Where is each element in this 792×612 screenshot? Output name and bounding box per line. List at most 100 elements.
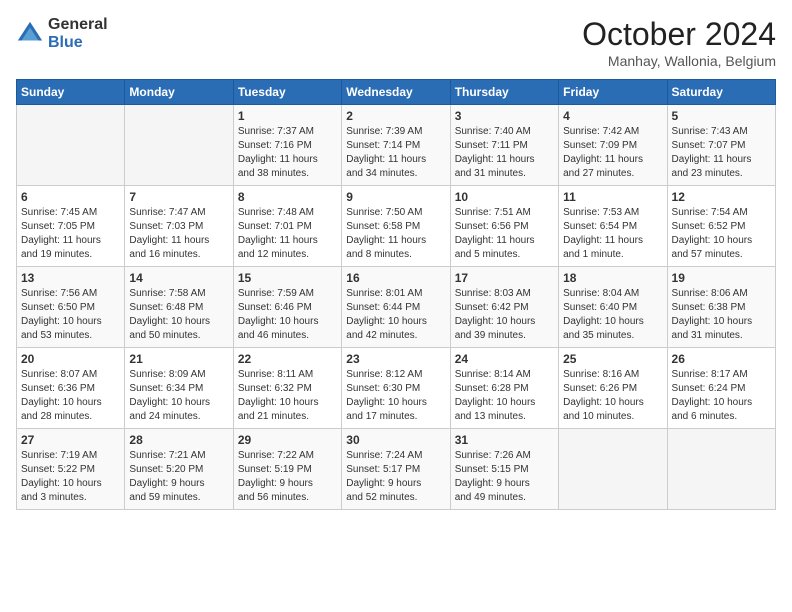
calendar-cell: 3 Sunrise: 7:40 AM Sunset: 7:11 PM Daylig… xyxy=(450,105,558,186)
calendar-cell: 13 Sunrise: 7:56 AM Sunset: 6:50 PM Dayli… xyxy=(17,267,125,348)
day-info: Sunrise: 7:45 AM Sunset: 7:05 PM Dayligh… xyxy=(21,206,120,262)
day-info: Sunrise: 8:04 AM Sunset: 6:40 PM Dayligh… xyxy=(563,287,662,343)
day-number: 19 xyxy=(672,271,771,285)
page-header: General Blue October 2024 Manhay, Wallon… xyxy=(16,16,776,69)
calendar-cell: 26Sunrise: 8:17 AM Sunset: 6:24 PM Dayli… xyxy=(667,348,775,429)
day-info: Sunrise: 7:40 AM Sunset: 7:11 PM Dayligh… xyxy=(455,125,554,181)
day-number: 5 xyxy=(672,109,771,123)
calendar-cell: 20Sunrise: 8:07 AM Sunset: 6:36 PM Dayli… xyxy=(17,348,125,429)
day-header-thursday: Thursday xyxy=(450,80,558,105)
calendar-cell: 12 Sunrise: 7:54 AM Sunset: 6:52 PM Dayli… xyxy=(667,186,775,267)
day-number: 6 xyxy=(21,190,120,204)
day-number: 1 xyxy=(238,109,337,123)
calendar-cell xyxy=(559,429,667,510)
day-info: Sunrise: 7:51 AM Sunset: 6:56 PM Dayligh… xyxy=(455,206,554,262)
calendar-cell: 23 Sunrise: 8:12 AM Sunset: 6:30 PM Dayli… xyxy=(342,348,450,429)
calendar-cell: 17Sunrise: 8:03 AM Sunset: 6:42 PM Dayli… xyxy=(450,267,558,348)
day-info: Sunrise: 8:06 AM Sunset: 6:38 PM Dayligh… xyxy=(672,287,771,343)
title-block: October 2024 Manhay, Wallonia, Belgium xyxy=(582,16,776,69)
calendar-cell: 21 Sunrise: 8:09 AM Sunset: 6:34 PM Dayli… xyxy=(125,348,233,429)
day-header-friday: Friday xyxy=(559,80,667,105)
day-number: 18 xyxy=(563,271,662,285)
day-number: 22 xyxy=(238,352,337,366)
calendar-cell: 8 Sunrise: 7:48 AM Sunset: 7:01 PM Daylig… xyxy=(233,186,341,267)
logo-blue-text: Blue xyxy=(48,34,108,52)
day-info: Sunrise: 8:16 AM Sunset: 6:26 PM Dayligh… xyxy=(563,368,662,424)
day-info: Sunrise: 7:42 AM Sunset: 7:09 PM Dayligh… xyxy=(563,125,662,181)
day-info: Sunrise: 8:09 AM Sunset: 6:34 PM Dayligh… xyxy=(129,368,228,424)
day-info: Sunrise: 7:26 AM Sunset: 5:15 PM Dayligh… xyxy=(455,449,554,505)
calendar-cell xyxy=(125,105,233,186)
day-number: 8 xyxy=(238,190,337,204)
day-info: Sunrise: 8:12 AM Sunset: 6:30 PM Dayligh… xyxy=(346,368,445,424)
calendar-cell: 2 Sunrise: 7:39 AM Sunset: 7:14 PM Daylig… xyxy=(342,105,450,186)
week-row-1: 1 Sunrise: 7:37 AM Sunset: 7:16 PM Daylig… xyxy=(17,105,776,186)
day-number: 31 xyxy=(455,433,554,447)
day-info: Sunrise: 7:19 AM Sunset: 5:22 PM Dayligh… xyxy=(21,449,120,505)
day-number: 3 xyxy=(455,109,554,123)
location-text: Manhay, Wallonia, Belgium xyxy=(582,53,776,69)
day-number: 13 xyxy=(21,271,120,285)
calendar-cell: 22 Sunrise: 8:11 AM Sunset: 6:32 PM Dayli… xyxy=(233,348,341,429)
logo-icon xyxy=(16,20,44,48)
week-row-3: 13 Sunrise: 7:56 AM Sunset: 6:50 PM Dayli… xyxy=(17,267,776,348)
calendar-cell xyxy=(667,429,775,510)
day-info: Sunrise: 8:14 AM Sunset: 6:28 PM Dayligh… xyxy=(455,368,554,424)
day-info: Sunrise: 7:48 AM Sunset: 7:01 PM Dayligh… xyxy=(238,206,337,262)
week-row-4: 20Sunrise: 8:07 AM Sunset: 6:36 PM Dayli… xyxy=(17,348,776,429)
day-info: Sunrise: 7:21 AM Sunset: 5:20 PM Dayligh… xyxy=(129,449,228,505)
calendar-cell: 15Sunrise: 7:59 AM Sunset: 6:46 PM Dayli… xyxy=(233,267,341,348)
day-number: 29 xyxy=(238,433,337,447)
day-info: Sunrise: 8:07 AM Sunset: 6:36 PM Dayligh… xyxy=(21,368,120,424)
day-header-sunday: Sunday xyxy=(17,80,125,105)
calendar-cell: 10Sunrise: 7:51 AM Sunset: 6:56 PM Dayli… xyxy=(450,186,558,267)
calendar-cell: 7Sunrise: 7:47 AM Sunset: 7:03 PM Daylig… xyxy=(125,186,233,267)
calendar-cell: 6 Sunrise: 7:45 AM Sunset: 7:05 PM Daylig… xyxy=(17,186,125,267)
month-title: October 2024 xyxy=(582,16,776,53)
calendar-cell: 28 Sunrise: 7:21 AM Sunset: 5:20 PM Dayli… xyxy=(125,429,233,510)
day-info: Sunrise: 7:59 AM Sunset: 6:46 PM Dayligh… xyxy=(238,287,337,343)
week-row-2: 6 Sunrise: 7:45 AM Sunset: 7:05 PM Daylig… xyxy=(17,186,776,267)
day-number: 2 xyxy=(346,109,445,123)
calendar-cell: 11 Sunrise: 7:53 AM Sunset: 6:54 PM Dayli… xyxy=(559,186,667,267)
calendar-cell: 14 Sunrise: 7:58 AM Sunset: 6:48 PM Dayli… xyxy=(125,267,233,348)
calendar-cell: 4Sunrise: 7:42 AM Sunset: 7:09 PM Daylig… xyxy=(559,105,667,186)
day-info: Sunrise: 8:17 AM Sunset: 6:24 PM Dayligh… xyxy=(672,368,771,424)
day-number: 23 xyxy=(346,352,445,366)
day-number: 24 xyxy=(455,352,554,366)
day-info: Sunrise: 7:37 AM Sunset: 7:16 PM Dayligh… xyxy=(238,125,337,181)
day-info: Sunrise: 8:11 AM Sunset: 6:32 PM Dayligh… xyxy=(238,368,337,424)
day-number: 14 xyxy=(129,271,228,285)
day-info: Sunrise: 7:58 AM Sunset: 6:48 PM Dayligh… xyxy=(129,287,228,343)
day-header-saturday: Saturday xyxy=(667,80,775,105)
calendar-cell: 27 Sunrise: 7:19 AM Sunset: 5:22 PM Dayli… xyxy=(17,429,125,510)
header-row: SundayMondayTuesdayWednesdayThursdayFrid… xyxy=(17,80,776,105)
day-number: 28 xyxy=(129,433,228,447)
calendar-cell: 18 Sunrise: 8:04 AM Sunset: 6:40 PM Dayli… xyxy=(559,267,667,348)
day-info: Sunrise: 7:50 AM Sunset: 6:58 PM Dayligh… xyxy=(346,206,445,262)
day-header-tuesday: Tuesday xyxy=(233,80,341,105)
day-number: 21 xyxy=(129,352,228,366)
day-number: 7 xyxy=(129,190,228,204)
day-info: Sunrise: 7:43 AM Sunset: 7:07 PM Dayligh… xyxy=(672,125,771,181)
day-number: 12 xyxy=(672,190,771,204)
calendar-cell: 29 Sunrise: 7:22 AM Sunset: 5:19 PM Dayli… xyxy=(233,429,341,510)
day-number: 11 xyxy=(563,190,662,204)
day-info: Sunrise: 8:01 AM Sunset: 6:44 PM Dayligh… xyxy=(346,287,445,343)
day-info: Sunrise: 8:03 AM Sunset: 6:42 PM Dayligh… xyxy=(455,287,554,343)
calendar-cell xyxy=(17,105,125,186)
calendar-table: SundayMondayTuesdayWednesdayThursdayFrid… xyxy=(16,79,776,510)
logo: General Blue xyxy=(16,16,108,51)
day-info: Sunrise: 7:54 AM Sunset: 6:52 PM Dayligh… xyxy=(672,206,771,262)
calendar-cell: 5 Sunrise: 7:43 AM Sunset: 7:07 PM Daylig… xyxy=(667,105,775,186)
day-number: 27 xyxy=(21,433,120,447)
day-info: Sunrise: 7:53 AM Sunset: 6:54 PM Dayligh… xyxy=(563,206,662,262)
calendar-cell: 16Sunrise: 8:01 AM Sunset: 6:44 PM Dayli… xyxy=(342,267,450,348)
calendar-cell: 24 Sunrise: 8:14 AM Sunset: 6:28 PM Dayli… xyxy=(450,348,558,429)
day-header-monday: Monday xyxy=(125,80,233,105)
logo-general-text: General xyxy=(48,16,108,34)
day-info: Sunrise: 7:22 AM Sunset: 5:19 PM Dayligh… xyxy=(238,449,337,505)
day-info: Sunrise: 7:39 AM Sunset: 7:14 PM Dayligh… xyxy=(346,125,445,181)
week-row-5: 27 Sunrise: 7:19 AM Sunset: 5:22 PM Dayli… xyxy=(17,429,776,510)
day-info: Sunrise: 7:56 AM Sunset: 6:50 PM Dayligh… xyxy=(21,287,120,343)
